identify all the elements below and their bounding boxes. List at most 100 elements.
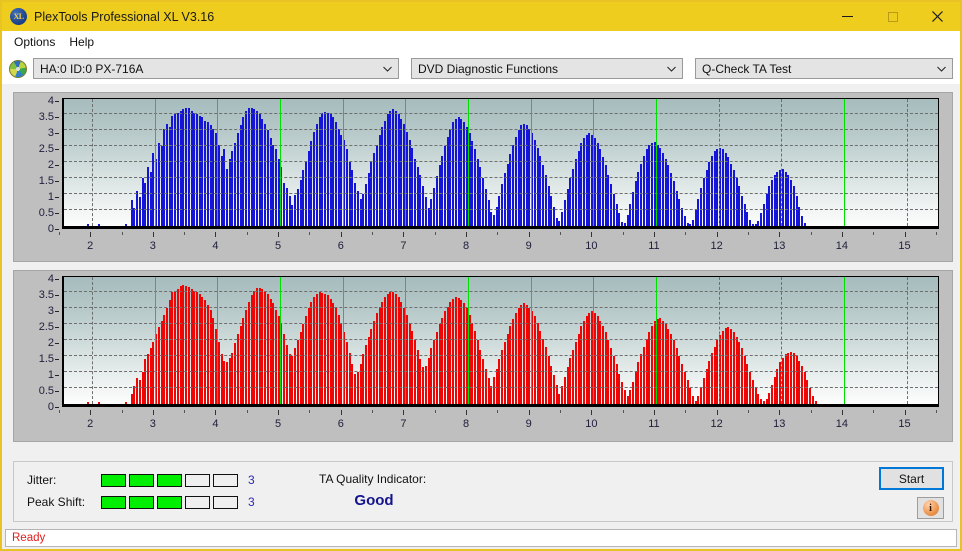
chart-bar (182, 109, 185, 226)
y-axis-tick (55, 101, 59, 103)
chart-bar (397, 296, 400, 404)
drive-select[interactable]: HA:0 ID:0 PX-716A (33, 58, 399, 79)
chart-bar (762, 203, 765, 226)
chart-bar (174, 290, 177, 404)
start-button[interactable]: Start (879, 467, 944, 490)
chart-bar (656, 319, 659, 404)
x-axis-label: 13 (773, 240, 786, 252)
x-axis-label: 5 (275, 240, 282, 252)
chart-bar (604, 332, 607, 404)
chart-bar (741, 348, 743, 404)
chart-bar (629, 389, 632, 404)
chart-bar (225, 168, 228, 226)
chart-bar (678, 198, 681, 226)
chart-bar (770, 384, 773, 404)
chart-bar (661, 320, 664, 404)
chart-bar (531, 133, 534, 226)
chart-bar (223, 149, 226, 226)
chart-bar (523, 123, 525, 226)
chart-bar (493, 214, 496, 226)
chart-bar (370, 162, 373, 226)
chart-bar (340, 134, 343, 226)
y-axis-label: 0 (47, 223, 54, 235)
function-select[interactable]: DVD Diagnostic Functions (411, 58, 683, 79)
chart-bar (288, 354, 291, 404)
close-icon[interactable] (915, 2, 960, 31)
chart-bar (364, 184, 367, 226)
chart-bar (727, 157, 730, 226)
y-axis-label: 4 (47, 273, 54, 286)
chart-bar (768, 186, 771, 226)
x-axis-tick (215, 410, 217, 415)
chart-bar (419, 174, 422, 226)
chart-bar (422, 186, 425, 226)
chart-bar (732, 332, 735, 404)
chart-bar (732, 170, 735, 226)
chart-bar (386, 114, 389, 226)
chart-bar (716, 148, 719, 226)
chart-bar (713, 346, 716, 404)
menu-item-help[interactable]: Help (63, 33, 102, 51)
chart-bar (141, 372, 144, 404)
chart-bar (438, 165, 441, 226)
info-button[interactable]: i (917, 497, 944, 519)
chart-bar (463, 303, 466, 404)
maximize-icon[interactable] (870, 2, 915, 31)
chart-bar (473, 330, 476, 404)
chart-bar (577, 333, 580, 404)
chart-bar (675, 190, 678, 226)
chart-bar (400, 301, 403, 404)
chart-bar (125, 402, 128, 404)
x-axis-label: 8 (462, 418, 470, 430)
x-axis-tick-minor (309, 232, 311, 235)
ta-quality-value: Good (354, 492, 394, 509)
chart-bar (558, 221, 561, 226)
menu-item-options[interactable]: Options (8, 33, 63, 51)
x-axis-tick-minor (372, 410, 374, 413)
chart-bar (741, 195, 743, 226)
chart-bar (277, 158, 280, 226)
chart-bar (362, 354, 365, 404)
chart-bar (446, 136, 449, 226)
chart-bar (245, 110, 248, 226)
chart-bar (171, 115, 174, 226)
chart-bar (351, 364, 354, 404)
chart-bar (563, 376, 566, 404)
y-axis-tick (55, 117, 59, 119)
x-axis-tick-minor (497, 410, 499, 413)
chart-bar (163, 314, 166, 404)
chart-bar (495, 368, 498, 404)
chart-bar (171, 292, 174, 404)
minimize-icon[interactable] (825, 2, 870, 31)
chart-bar (596, 316, 599, 404)
ta-quality-block: TA Quality Indicator: Good (319, 472, 499, 509)
chart-bar (378, 134, 381, 226)
chart-bar (146, 354, 149, 404)
y-axis-label: 3 (47, 127, 54, 140)
chart-bar (443, 311, 446, 404)
chart-bar (711, 352, 714, 404)
x-axis-label: 15 (898, 240, 911, 252)
chart-bar (806, 380, 809, 404)
chart-bar (362, 194, 365, 226)
test-select[interactable]: Q-Check TA Test (695, 58, 953, 79)
chart-bar (610, 184, 613, 226)
chart-bar (490, 386, 493, 404)
chart-bar (512, 319, 515, 404)
chart-bar (770, 179, 773, 226)
chart-bar (719, 335, 722, 404)
chart-bar (479, 349, 482, 404)
chart-bar (626, 396, 629, 404)
chart-bar (482, 359, 485, 404)
chart-bar (152, 152, 155, 226)
chart-bar (547, 356, 550, 404)
x-axis-tick (340, 410, 342, 415)
chart-bar (803, 372, 806, 404)
chart-bar (348, 352, 351, 404)
chart-bar (544, 346, 547, 404)
chart-bar (572, 349, 575, 404)
chart-bar (689, 224, 692, 226)
chart-bar (299, 179, 302, 226)
chart-bar (640, 163, 643, 226)
chart-bar (264, 290, 267, 404)
